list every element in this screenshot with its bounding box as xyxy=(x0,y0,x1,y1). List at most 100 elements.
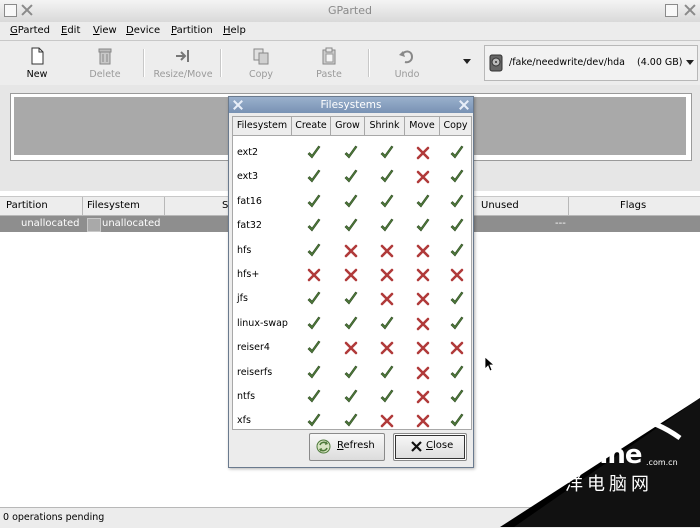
filesystems-dialog: Filesystems Filesystem Create Grow Shrin… xyxy=(228,96,474,468)
row-unused: --- xyxy=(555,218,566,229)
new-button[interactable]: New xyxy=(5,45,69,83)
check-icon-shrink xyxy=(380,145,394,159)
menu-help[interactable]: Help xyxy=(223,25,246,36)
check-icon-create xyxy=(307,169,321,183)
check-icon-create xyxy=(307,413,321,427)
menu-device[interactable]: Device xyxy=(126,25,160,36)
column-header-filesystem[interactable]: Filesystem xyxy=(87,200,140,211)
row-filesystem: unallocated xyxy=(102,218,161,229)
column-header-flags[interactable]: Flags xyxy=(620,200,646,211)
check-icon-shrink xyxy=(380,218,394,232)
check-icon-copy xyxy=(450,169,464,183)
mouse-pointer-icon xyxy=(484,356,496,372)
cross-icon-grow xyxy=(344,268,358,282)
check-icon-create xyxy=(307,243,321,257)
filesystem-name: ext3 xyxy=(237,171,259,183)
watermark-suffix: .com.cn xyxy=(646,458,678,467)
cross-icon-move xyxy=(416,366,430,379)
check-icon-grow xyxy=(344,169,358,183)
table-row: ext2 xyxy=(233,141,471,165)
menu-edit[interactable]: Edit xyxy=(61,25,80,36)
menu-gparted[interactable]: GParted xyxy=(10,25,50,36)
table-row: ntfs xyxy=(233,385,471,409)
watermark-brand: PConline xyxy=(521,440,642,470)
dialog-close-icon[interactable] xyxy=(458,99,470,111)
maximize-icon[interactable] xyxy=(665,4,678,17)
filesystem-name: fat32 xyxy=(237,220,262,232)
cross-icon-copy xyxy=(450,268,464,282)
close-button[interactable]: Close xyxy=(393,433,467,461)
column-divider xyxy=(164,197,165,215)
new-document-icon xyxy=(31,47,44,65)
cross-icon-move xyxy=(416,244,430,257)
column-divider xyxy=(568,197,569,215)
toolbar-separator xyxy=(143,49,145,77)
row-partition: unallocated xyxy=(21,218,80,229)
column-header-copy[interactable]: Copy xyxy=(440,117,471,135)
check-icon-grow xyxy=(344,316,358,330)
paste-button[interactable]: Paste xyxy=(297,45,361,83)
column-divider xyxy=(82,197,83,215)
column-header-unused[interactable]: Unused xyxy=(481,200,519,211)
filesystems-table: Filesystem Create Grow Shrink Move Copy … xyxy=(232,116,472,430)
check-icon-copy xyxy=(450,145,464,159)
check-icon-grow xyxy=(344,365,358,379)
column-header-partition[interactable]: Partition xyxy=(6,200,48,211)
check-icon-copy xyxy=(450,413,464,427)
dialog-title: Filesystems xyxy=(320,99,382,111)
cross-icon-shrink xyxy=(380,293,394,306)
check-icon-copy xyxy=(450,316,464,330)
paste-icon xyxy=(322,47,336,65)
menu-partition[interactable]: Partition xyxy=(171,25,213,36)
column-header-filesystem[interactable]: Filesystem xyxy=(233,117,292,135)
window-close-icon[interactable] xyxy=(683,3,697,17)
cross-icon-move xyxy=(416,146,430,160)
filesystem-name: ntfs xyxy=(237,391,256,402)
menubar: GParted Edit View Device Partition Help xyxy=(0,22,700,40)
filesystem-name: xfs xyxy=(237,415,251,427)
filesystem-name: linux-swap xyxy=(237,317,288,329)
harddisk-icon xyxy=(489,54,503,72)
device-selector[interactable]: /fake/needwrite/dev/hda (4.00 GB) xyxy=(484,45,698,81)
toolbar-overflow-arrow-icon[interactable] xyxy=(463,59,471,64)
cross-icon-move xyxy=(416,268,430,282)
toolbar-separator xyxy=(220,49,222,77)
resize-move-button[interactable]: Resize/Move xyxy=(151,45,215,83)
filesystem-name: hfs+ xyxy=(237,269,260,280)
cross-icon-grow xyxy=(344,244,358,257)
check-icon-create xyxy=(307,316,321,330)
close-icon xyxy=(411,441,422,452)
column-header-shrink[interactable]: Shrink xyxy=(365,117,405,135)
filesystem-name: reiserfs xyxy=(237,366,273,378)
cross-icon-move xyxy=(416,171,430,184)
trash-icon xyxy=(98,48,112,65)
check-icon-grow xyxy=(344,291,358,305)
cross-icon-shrink xyxy=(380,268,394,282)
resize-move-label: Resize/Move xyxy=(153,69,213,80)
filesystem-name: reiser4 xyxy=(237,342,270,354)
paste-label: Paste xyxy=(316,69,342,80)
delete-label: Delete xyxy=(89,69,121,80)
table-row: linux-swap xyxy=(233,312,471,336)
cross-icon-move xyxy=(416,341,430,355)
refresh-icon xyxy=(316,439,331,454)
menu-view[interactable]: View xyxy=(93,25,117,36)
refresh-button[interactable]: Refresh xyxy=(309,433,385,461)
check-icon-grow xyxy=(344,194,358,208)
undo-icon xyxy=(399,50,414,64)
column-header-create[interactable]: Create xyxy=(292,117,331,135)
refresh-label: Refresh xyxy=(337,440,375,451)
check-icon-create xyxy=(307,389,321,403)
device-path: /fake/needwrite/dev/hda xyxy=(509,57,625,68)
delete-button[interactable]: Delete xyxy=(73,45,137,83)
check-icon-shrink xyxy=(380,194,394,208)
check-icon-create xyxy=(307,291,321,305)
check-icon-grow xyxy=(344,145,358,159)
column-header-move[interactable]: Move xyxy=(405,117,440,135)
cross-icon-copy xyxy=(450,341,464,355)
undo-button[interactable]: Undo xyxy=(375,45,439,83)
copy-button[interactable]: Copy xyxy=(229,45,293,83)
table-row: hfs+ xyxy=(233,263,471,287)
column-header-grow[interactable]: Grow xyxy=(331,117,365,135)
check-icon-create xyxy=(307,340,321,354)
